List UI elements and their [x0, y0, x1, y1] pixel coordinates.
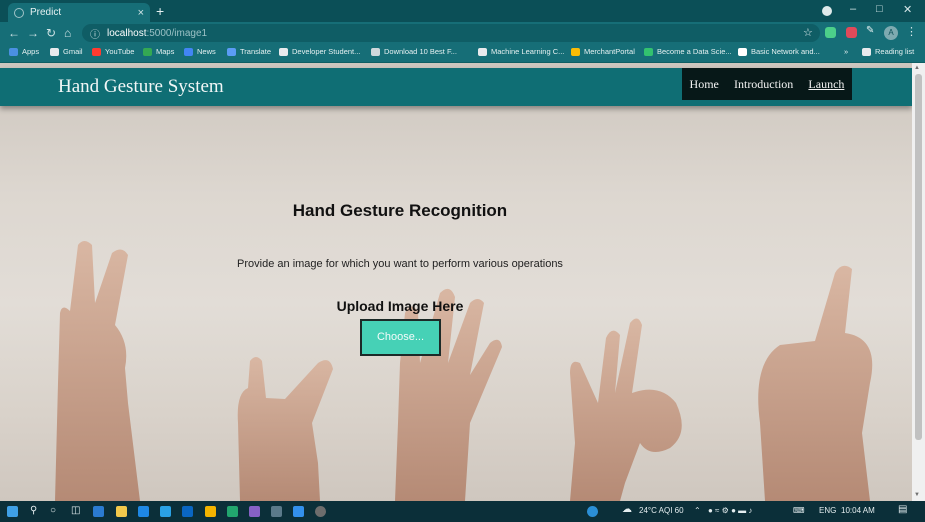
site-navbar: Hand Gesture System Home Introduction La… — [0, 68, 912, 106]
windows-start-icon[interactable] — [7, 506, 18, 517]
datacamp-icon — [644, 47, 653, 56]
apps-grid-icon — [9, 47, 18, 56]
bookmark-maps[interactable]: Maps — [143, 47, 174, 56]
address-bar[interactable]: ⓘ localhost :5000/image1 — [82, 24, 820, 42]
taskbar-app-icon-2[interactable] — [271, 506, 282, 517]
weather-cloud-icon: ☁ — [622, 504, 632, 515]
minimize-icon[interactable]: – — [850, 3, 856, 15]
cortana-icon[interactable]: ○ — [50, 505, 56, 516]
nav-home[interactable]: Home — [690, 77, 719, 92]
scroll-down-icon[interactable]: ▼ — [914, 492, 920, 498]
notification-icon[interactable]: ▤ — [898, 504, 907, 515]
profile-avatar[interactable]: A — [884, 26, 898, 40]
bookmark-developer-student[interactable]: Developer Student... — [279, 47, 360, 56]
window-close-icon[interactable]: ✕ — [903, 3, 912, 16]
bookmark-youtube[interactable]: YouTube — [92, 47, 134, 56]
maximize-icon[interactable]: □ — [876, 3, 883, 15]
forward-icon[interactable]: → — [27, 25, 39, 41]
nav-links: Home Introduction Launch — [682, 68, 852, 100]
bookmark-merchantportal[interactable]: MerchantPortal — [571, 47, 635, 56]
weather-text[interactable]: 24°C AQI 60 — [639, 506, 684, 515]
tray-chevron-icon[interactable]: ⌃ — [694, 506, 701, 515]
bookmark-data-science[interactable]: Become a Data Scie... — [644, 47, 732, 56]
arrow-bookmark-icon — [738, 47, 747, 56]
file-explorer-icon[interactable] — [116, 506, 127, 517]
task-view-icon[interactable]: ◫ — [71, 505, 80, 516]
bookmark-gmail[interactable]: Gmail — [50, 47, 83, 56]
browser-tab-bar: Predict × + – □ ✕ — [0, 0, 925, 22]
keyboard-icon[interactable]: ⌨ — [793, 506, 805, 515]
url-host: localhost — [107, 27, 147, 39]
language-indicator[interactable]: ENG — [819, 506, 836, 515]
store-icon[interactable] — [138, 506, 149, 517]
telegram-icon[interactable] — [293, 506, 304, 517]
bookmark-apps[interactable]: Apps — [9, 47, 39, 56]
bookmarks-bar: Apps Gmail YouTube Maps News Translate D… — [0, 44, 925, 63]
scrollbar-thumb[interactable] — [915, 74, 922, 440]
tab-close-icon[interactable]: × — [138, 7, 144, 19]
web-page: Hand Gesture System Home Introduction La… — [0, 63, 912, 501]
vscode-icon[interactable] — [227, 506, 238, 517]
page-title: Hand Gesture Recognition — [292, 201, 508, 220]
merchant-icon — [571, 47, 580, 56]
extension-shield-icon[interactable] — [825, 27, 836, 38]
translate-icon — [227, 47, 236, 56]
home-icon[interactable]: ⌂ — [64, 25, 71, 41]
taskbar-app-icon-3[interactable] — [315, 506, 326, 517]
scroll-up-icon[interactable]: ▲ — [914, 65, 920, 71]
bookmark-download-best[interactable]: Download 10 Best F... — [371, 47, 457, 56]
edge-icon[interactable] — [160, 506, 171, 517]
news-icon — [184, 47, 193, 56]
browser-toolbar: ← → ↻ ⌂ ⓘ localhost :5000/image1 — [0, 22, 925, 44]
back-icon[interactable]: ← — [8, 25, 20, 41]
extensions-puzzle-icon[interactable]: ✎ — [866, 25, 877, 36]
site-brand[interactable]: Hand Gesture System — [58, 76, 224, 98]
bookmark-machine-learning[interactable]: Machine Learning C... — [478, 47, 564, 56]
nav-launch[interactable]: Launch — [808, 77, 844, 92]
gmail-icon — [50, 47, 59, 56]
maps-icon — [143, 47, 152, 56]
tray-icons[interactable]: ● ≈ ⚙ ● ▬ ♪ — [708, 506, 752, 515]
chrome-icon[interactable] — [205, 506, 216, 517]
search-icon[interactable]: ⚲ — [30, 505, 37, 516]
visual-studio-icon[interactable] — [249, 506, 260, 517]
site-info-icon[interactable]: ⓘ — [90, 26, 100, 41]
choose-file-button[interactable]: Choose... — [360, 319, 441, 356]
taskbar-app-icon-1[interactable] — [93, 506, 104, 517]
help-icon[interactable] — [587, 506, 598, 517]
windows-taskbar: ⚲ ○ ◫ ☁ 24°C AQI 60 ⌃ ● ≈ ⚙ ● ▬ ♪ ⌨ ENG … — [0, 501, 925, 522]
page-description: Provide an image for which you want to p… — [237, 258, 563, 270]
new-tab-button[interactable]: + — [156, 3, 164, 19]
reload-icon[interactable]: ↻ — [46, 25, 56, 41]
extension-pocket-icon[interactable] — [846, 27, 857, 38]
browser-tab[interactable]: Predict × — [8, 3, 150, 22]
youtube-icon — [92, 47, 101, 56]
tab-favicon-icon — [14, 7, 24, 18]
url-path: :5000/image1 — [146, 27, 208, 39]
globe-icon — [371, 47, 380, 56]
nav-introduction[interactable]: Introduction — [734, 77, 793, 92]
bookmark-translate[interactable]: Translate — [227, 47, 271, 56]
coursera-icon — [478, 47, 487, 56]
dsc-icon — [279, 47, 288, 56]
bookmark-news[interactable]: News — [184, 47, 216, 56]
bookmarks-overflow[interactable]: » — [844, 47, 848, 56]
bookmark-star-icon[interactable]: ☆ — [803, 26, 813, 39]
chrome-profile-icon[interactable] — [822, 6, 832, 16]
upload-label: Upload Image Here — [336, 298, 464, 314]
reading-list-icon — [862, 47, 871, 56]
tab-title: Predict — [30, 7, 62, 18]
clock[interactable]: 10:04 AM — [841, 506, 875, 515]
menu-kebab-icon[interactable]: ⋮ — [906, 25, 917, 38]
linkedin-icon[interactable] — [182, 506, 193, 517]
reading-list[interactable]: Reading list — [862, 47, 914, 56]
bookmark-basic-network[interactable]: Basic Network and... — [738, 47, 820, 56]
hands-background-image — [55, 241, 873, 501]
